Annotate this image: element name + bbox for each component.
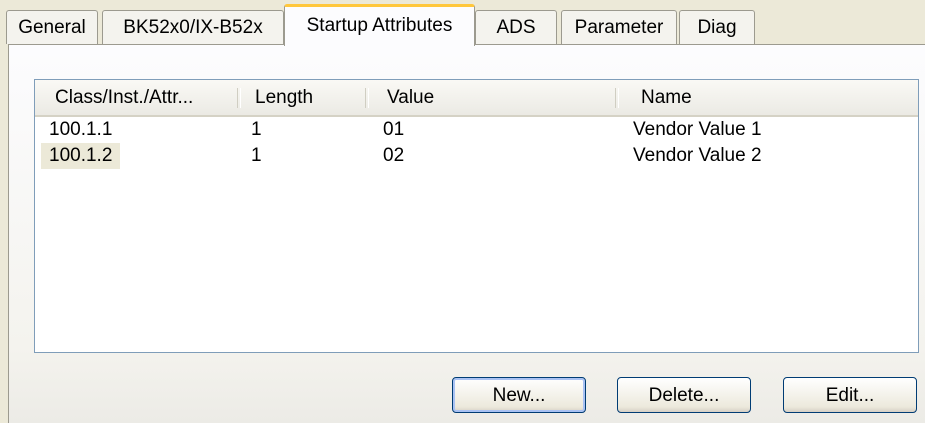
tab-ads[interactable]: ADS [475,10,557,44]
delete-button[interactable]: Delete... [617,377,751,413]
new-button[interactable]: New... [452,377,586,413]
cell-length: 1 [251,145,262,166]
cell-value: 01 [383,119,405,140]
cell-name: Vendor Value 1 [633,119,762,140]
tab-strip: General BK52x0/IX-B52x Startup Attribute… [0,0,925,46]
table-row[interactable]: 100.1.2 1 02 Vendor Value 2 [35,143,918,169]
column-separator[interactable] [365,88,369,108]
cell-value: 02 [383,145,405,166]
cell-class-inst-attr: 100.1.1 [49,119,113,140]
cell-length: 1 [251,119,262,140]
cell-class-inst-attr: 100.1.2 [41,143,121,169]
column-separator[interactable] [237,88,241,108]
column-header-name[interactable]: Name [629,80,909,115]
startup-attributes-list[interactable]: Class/Inst./Attr... Length Value Name 10… [34,79,919,353]
column-header-class-inst-attr[interactable]: Class/Inst./Attr... [43,80,241,115]
column-header-value[interactable]: Value [375,80,625,115]
list-header: Class/Inst./Attr... Length Value Name [35,80,918,117]
tab-parameter[interactable]: Parameter [561,10,677,44]
table-row[interactable]: 100.1.1 1 01 Vendor Value 1 [35,117,918,143]
tab-diag[interactable]: Diag [679,10,755,44]
column-header-length[interactable]: Length [243,80,363,115]
tab-startup-attributes[interactable]: Startup Attributes [284,4,475,46]
cell-name: Vendor Value 2 [633,145,762,166]
tab-bk52x0[interactable]: BK52x0/IX-B52x [102,10,284,44]
column-separator[interactable] [615,88,619,108]
tab-general[interactable]: General [6,10,98,44]
edit-button[interactable]: Edit... [783,377,917,413]
